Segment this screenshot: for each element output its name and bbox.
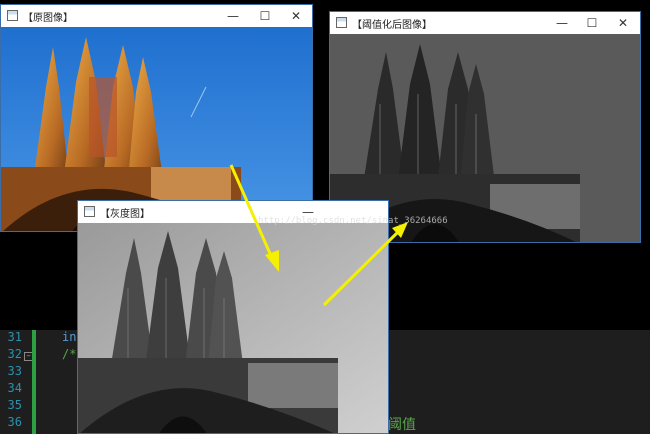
window-title: 【阈值化后图像】 <box>352 20 432 31</box>
maximize-button[interactable]: ☐ <box>584 15 600 31</box>
gray-image-window[interactable]: 【灰度图】 — <box>77 200 389 434</box>
window-title: 【灰度图】 <box>100 209 150 220</box>
watermark-text: http://blog.csdn.net/sinat_36264666 <box>258 216 448 226</box>
line-number: 33 <box>7 364 22 378</box>
close-button[interactable]: ✕ <box>288 8 304 24</box>
window-title: 【原图像】 <box>23 13 73 24</box>
original-image-window[interactable]: 【原图像】 — ☐ ✕ <box>0 4 313 232</box>
line-number: 35 <box>7 398 22 412</box>
minimize-button[interactable]: — <box>225 8 241 24</box>
gray-image <box>78 223 388 433</box>
close-button[interactable]: ✕ <box>615 15 631 31</box>
window-titlebar[interactable]: 【阈值化后图像】 — ☐ ✕ <box>330 12 640 34</box>
minimize-button[interactable]: — <box>554 15 570 31</box>
line-number: 31 <box>7 330 22 344</box>
window-app-icon <box>7 10 18 21</box>
cathedral-gray-photo <box>78 223 388 433</box>
window-app-icon <box>84 206 95 217</box>
line-number: 32 <box>7 347 22 361</box>
line-number: 34 <box>7 381 22 395</box>
line-number: 36 <box>7 415 22 429</box>
window-app-icon <box>336 17 347 28</box>
maximize-button[interactable]: ☐ <box>257 8 273 24</box>
change-indicator-bar <box>32 330 36 434</box>
code-line[interactable]: /* <box>62 347 76 361</box>
window-titlebar[interactable]: 【原图像】 — ☐ ✕ <box>1 5 312 27</box>
editor-gutter: 31 32 33 34 35 36 − <box>0 330 44 434</box>
code-line[interactable]: in <box>62 330 76 344</box>
code-comment[interactable]: 阈值 <box>388 414 416 434</box>
